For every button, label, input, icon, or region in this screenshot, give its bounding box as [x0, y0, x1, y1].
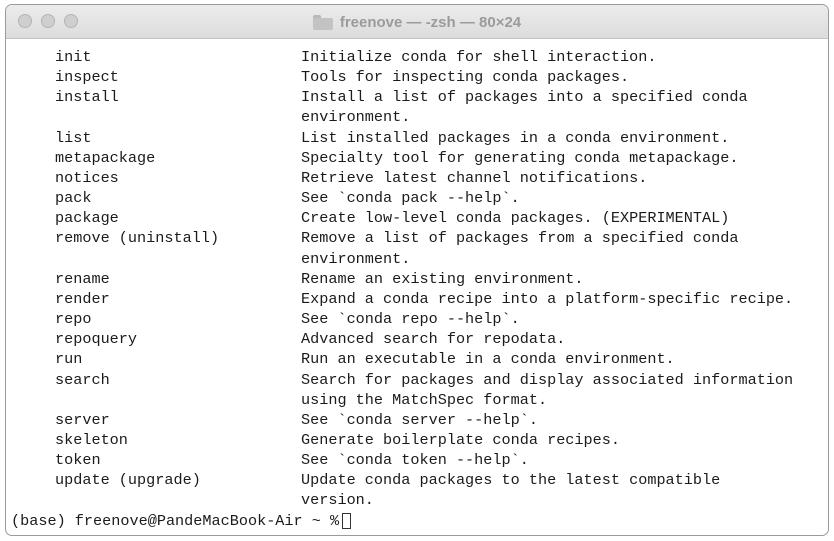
command-description: Run an executable in a conda environment… — [301, 350, 675, 369]
command-description: Expand a conda recipe into a platform-sp… — [301, 289, 794, 308]
command-description: Advanced search for repodata. — [301, 330, 566, 349]
command-row-continuation: version. — [11, 490, 828, 510]
command-name: metapackage — [55, 148, 156, 167]
title-bar[interactable]: freenove — -zsh — 80×24 — [6, 5, 828, 39]
command-description: using the MatchSpec format. — [301, 390, 548, 409]
command-name: repo — [55, 310, 92, 329]
command-description: See `conda pack --help`. — [301, 189, 520, 208]
command-row-continuation: environment. — [11, 107, 828, 127]
folder-icon — [312, 14, 333, 30]
terminal-window: freenove — -zsh — 80×24 init Initialize c… — [5, 4, 829, 536]
command-description: Rename an existing environment. — [301, 269, 584, 288]
command-description: Search for packages and display associat… — [301, 370, 794, 389]
command-row-continuation: environment. — [11, 249, 828, 269]
command-name: inspect — [55, 68, 119, 87]
command-row: install Install a list of packages into a… — [11, 87, 828, 107]
command-description: See `conda token --help`. — [301, 451, 529, 470]
command-description: Update conda packages to the latest comp… — [301, 471, 721, 490]
command-row-continuation: using the MatchSpec format. — [11, 390, 828, 410]
command-row: init Initialize conda for shell interacti… — [11, 47, 828, 67]
command-row: remove (uninstall) Remove a list of packa… — [11, 228, 828, 248]
command-description: Generate boilerplate conda recipes. — [301, 430, 620, 449]
command-description: Install a list of packages into a specif… — [301, 88, 748, 107]
command-row: render Expand a conda recipe into a platf… — [11, 289, 828, 309]
command-description: Create low-level conda packages. (EXPERI… — [301, 209, 730, 228]
command-row: skeleton Generate boilerplate conda recip… — [11, 430, 828, 450]
command-name: remove (uninstall) — [55, 229, 220, 248]
command-row: update (upgrade) Update conda packages to… — [11, 470, 828, 490]
command-row: rename Rename an existing environment. — [11, 269, 828, 289]
command-name: list — [55, 128, 92, 147]
command-name — [11, 107, 301, 127]
command-row: repoquery Advanced search for repodata. — [11, 329, 828, 349]
command-row: metapackage Specialty tool for generating… — [11, 148, 828, 168]
command-description: Specialty tool for generating conda meta… — [301, 148, 739, 167]
command-row: list List installed packages in a conda e… — [11, 128, 828, 148]
command-row: token See `conda token --help`. — [11, 450, 828, 470]
command-name: search — [55, 370, 110, 389]
window-title-text: freenove — -zsh — 80×24 — [339, 13, 522, 31]
command-name — [11, 490, 301, 510]
prompt-line[interactable]: (base) freenove@PandeMacBook-Air ~ % — [11, 511, 828, 531]
command-description: List installed packages in a conda envir… — [301, 128, 730, 147]
command-name: package — [55, 209, 119, 228]
command-name: pack — [55, 189, 92, 208]
command-name: render — [55, 289, 110, 308]
command-row: server See `conda server --help`. — [11, 410, 828, 430]
command-name: update (upgrade) — [55, 471, 201, 490]
command-description: Initialize conda for shell interaction. — [301, 48, 657, 66]
command-description: environment. — [301, 249, 411, 268]
command-row: run Run an executable in a conda environm… — [11, 349, 828, 369]
command-name: notices — [55, 168, 119, 187]
command-description: Retrieve latest channel notifications. — [301, 168, 648, 187]
command-row: search Search for packages and display as… — [11, 370, 828, 390]
command-name: token — [55, 451, 101, 470]
command-name: rename — [55, 269, 110, 288]
command-row: notices Retrieve latest channel notificat… — [11, 168, 828, 188]
command-name: skeleton — [55, 430, 128, 449]
command-description: Tools for inspecting conda packages. — [301, 68, 630, 87]
command-description: See `conda repo --help`. — [301, 310, 520, 329]
command-description: environment. — [301, 108, 411, 127]
command-row: inspect Tools for inspecting conda packag… — [11, 67, 828, 87]
command-description: See `conda server --help`. — [301, 410, 538, 429]
terminal-output[interactable]: init Initialize conda for shell interacti… — [6, 39, 828, 535]
command-description: Remove a list of packages from a specifi… — [301, 229, 739, 248]
window-title: freenove — -zsh — 80×24 — [6, 5, 828, 39]
shell-prompt: (base) freenove@PandeMacBook-Air ~ % — [11, 511, 340, 530]
command-name: repoquery — [55, 330, 138, 349]
command-row: package Create low-level conda packages. … — [11, 208, 828, 228]
command-row: pack See `conda pack --help`. — [11, 188, 828, 208]
command-name — [11, 390, 301, 410]
command-name — [11, 249, 301, 269]
command-row: repo See `conda repo --help`. — [11, 309, 828, 329]
command-name: run — [55, 350, 83, 369]
command-name: install — [55, 88, 119, 107]
command-name: server — [55, 410, 110, 429]
text-cursor — [342, 512, 352, 529]
command-name: init — [55, 48, 92, 66]
command-description: version. — [301, 491, 374, 510]
